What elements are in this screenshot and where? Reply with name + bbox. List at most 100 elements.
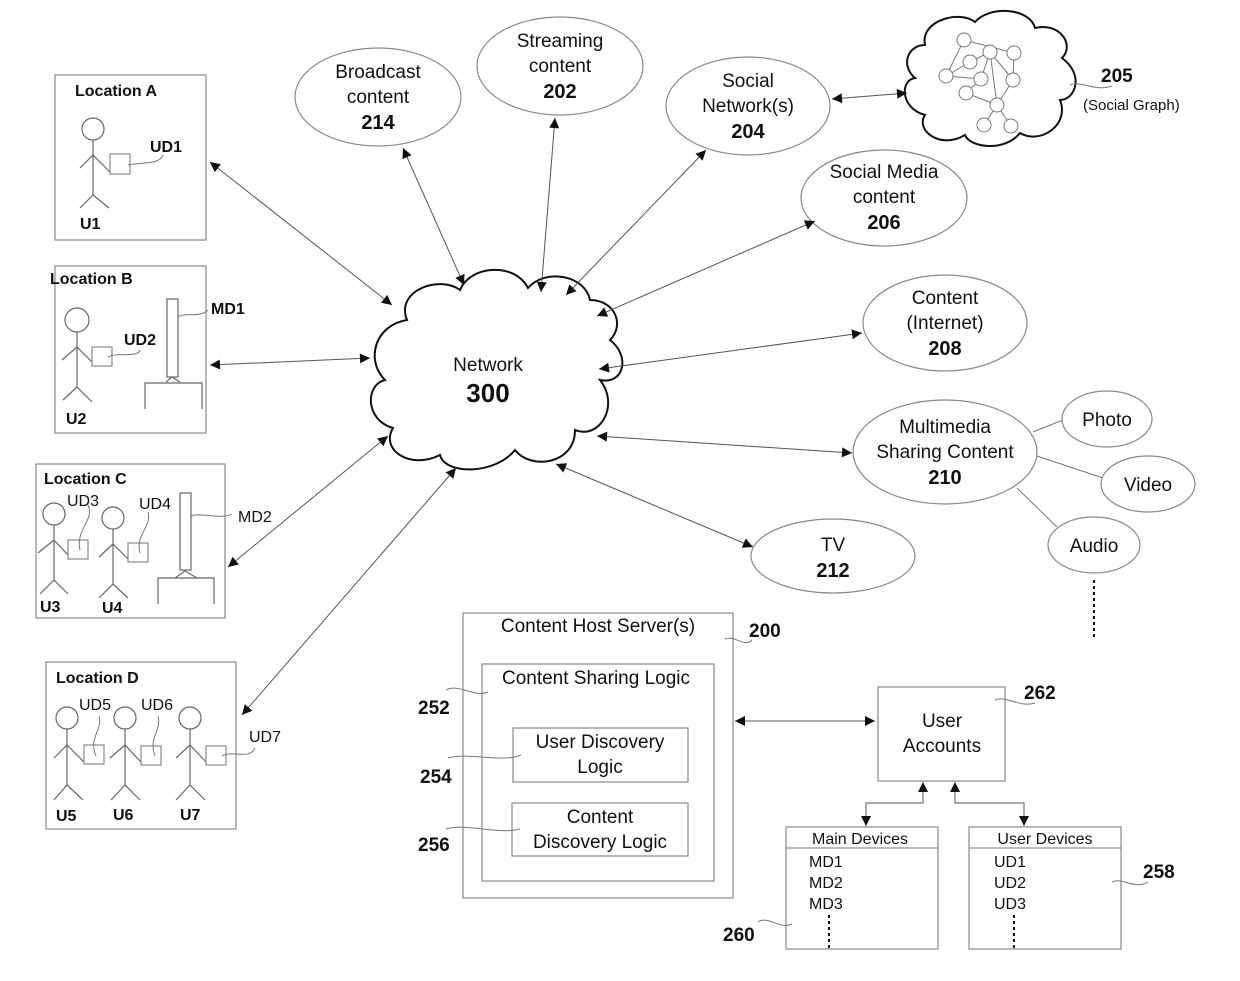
user-device-item: UD3 (994, 896, 1026, 913)
main-devices-ref: 260 (723, 925, 755, 946)
connector-line (1036, 455, 1104, 479)
sharing-logic-ref: 252 (418, 698, 450, 719)
user-accounts: User Accounts 262 (877, 683, 1056, 782)
user-device-icon (109, 153, 131, 175)
user-device-item: UD1 (994, 854, 1026, 871)
arrow-accounts-user-devices (950, 782, 1029, 826)
broadcast-ref: 214 (361, 112, 395, 134)
ud7-label: UD7 (249, 729, 281, 746)
ud4-label: UD4 (139, 496, 171, 513)
system-diagram: Location A UD1 U1 Location B UD2 MD1 U2 … (35, 10, 1196, 950)
social-networks-node: Social Network(s) 204 (665, 56, 831, 156)
user-accounts-ref: 262 (1024, 683, 1056, 704)
multimedia-line-2: Sharing Content (876, 442, 1014, 463)
multimedia-line-1: Multimedia (899, 417, 991, 438)
main-devices-header: Main Devices (812, 831, 908, 848)
arrow-location-c (227, 435, 389, 568)
broadcast-line-1: Broadcast (335, 62, 421, 83)
sharing-logic-title: Content Sharing Logic (502, 668, 690, 689)
content-discovery-line-1: Content (567, 807, 634, 828)
location-b-box (54, 265, 207, 434)
social-networks-line-2: Network(s) (702, 96, 794, 117)
location-b-title: Location B (50, 271, 133, 288)
location-a: Location A UD1 U1 (54, 74, 207, 241)
user-devices-ref: 258 (1143, 862, 1175, 883)
user-device-icon (67, 539, 89, 560)
streaming-ref: 202 (543, 81, 576, 103)
user-discovery-line-1: User Discovery (536, 732, 665, 753)
social-networks-line-1: Social (722, 71, 774, 92)
network-label: Network (453, 355, 523, 376)
social-networks-ref: 204 (731, 121, 765, 143)
location-c-title: Location C (44, 471, 127, 488)
connector-line (1032, 419, 1064, 433)
main-devices-table: Main Devices MD1 MD2 MD3 260 (723, 826, 939, 950)
u5-label: U5 (56, 808, 77, 825)
user-device-icon (127, 542, 149, 563)
arrow-location-b (209, 353, 371, 370)
location-c: Location C UD3 UD4 MD2 U3 U4 (35, 463, 272, 619)
user-devices-table: User Devices UD1 UD2 UD3 258 (968, 826, 1175, 950)
tv-node: TV 212 (750, 518, 916, 594)
md1-label: MD1 (211, 301, 245, 318)
ud5-label: UD5 (79, 697, 111, 714)
multimedia-ref: 210 (928, 467, 961, 489)
user-accounts-box (877, 686, 1006, 782)
arrow-social-media (596, 220, 816, 317)
arrow-location-d (241, 467, 457, 716)
arrow-broadcast (402, 147, 465, 286)
streaming-content-node: Streaming content 202 (476, 16, 644, 116)
user-accounts-line-1: User (922, 711, 963, 732)
server-ref: 200 (749, 621, 781, 642)
u6-label: U6 (113, 807, 134, 824)
main-device-item: MD2 (809, 875, 843, 892)
arrow-multimedia (596, 431, 853, 458)
location-d-title: Location D (56, 670, 139, 687)
social-media-ref: 206 (867, 212, 900, 234)
user-discovery-line-2: Logic (577, 757, 622, 778)
location-d: Location D UD5 UD6 UD7 U5 U6 U7 (45, 661, 281, 830)
broadcast-content-node: Broadcast content 214 (294, 47, 462, 147)
network-ref: 300 (466, 378, 509, 408)
arrow-streaming (536, 117, 560, 293)
internet-content-node: Content (Internet) 208 (862, 274, 1028, 372)
tv-line-1: TV (821, 535, 846, 556)
tv-ref: 212 (816, 560, 849, 582)
user-device-icon (140, 745, 162, 766)
streaming-line-2: content (529, 56, 592, 77)
broadcast-line-2: content (347, 87, 410, 108)
audio-label: Audio (1070, 536, 1119, 557)
social-media-line-2: content (853, 187, 916, 208)
u2-label: U2 (66, 411, 87, 428)
u4-label: U4 (102, 600, 123, 617)
content-discovery-line-2: Discovery Logic (533, 832, 667, 853)
photo-label: Photo (1082, 410, 1132, 431)
u3-label: U3 (40, 599, 61, 616)
user-device-item: UD2 (994, 875, 1026, 892)
main-device-item: MD3 (809, 896, 843, 913)
social-graph-cloud: 205 (Social Graph) (903, 10, 1180, 147)
user-devices-header: User Devices (997, 831, 1092, 848)
internet-line-2: (Internet) (906, 313, 983, 334)
arrow-internet (598, 329, 863, 373)
streaming-line-1: Streaming (517, 31, 604, 52)
connector-line (1016, 487, 1058, 528)
arrow-social-networks (565, 149, 707, 296)
location-b: Location B UD2 MD1 U2 (50, 265, 245, 434)
ud2-label: UD2 (124, 332, 156, 349)
ud1-label: UD1 (150, 139, 182, 156)
video-label: Video (1124, 475, 1172, 496)
location-a-title: Location A (75, 83, 158, 100)
social-media-content-node: Social Media content 206 (800, 149, 968, 247)
user-discovery-ref: 254 (420, 767, 452, 788)
media-types: Photo Video Audio (1016, 390, 1196, 640)
internet-ref: 208 (928, 338, 961, 360)
md2-label: MD2 (238, 509, 272, 526)
ud3-label: UD3 (67, 493, 99, 510)
arrow-tv (555, 463, 754, 548)
network-cloud: Network 300 (370, 268, 624, 471)
social-graph-ref: 205 (1101, 66, 1133, 87)
arrow-social-graph (831, 88, 908, 104)
ud6-label: UD6 (141, 697, 173, 714)
user-accounts-line-2: Accounts (903, 736, 981, 757)
